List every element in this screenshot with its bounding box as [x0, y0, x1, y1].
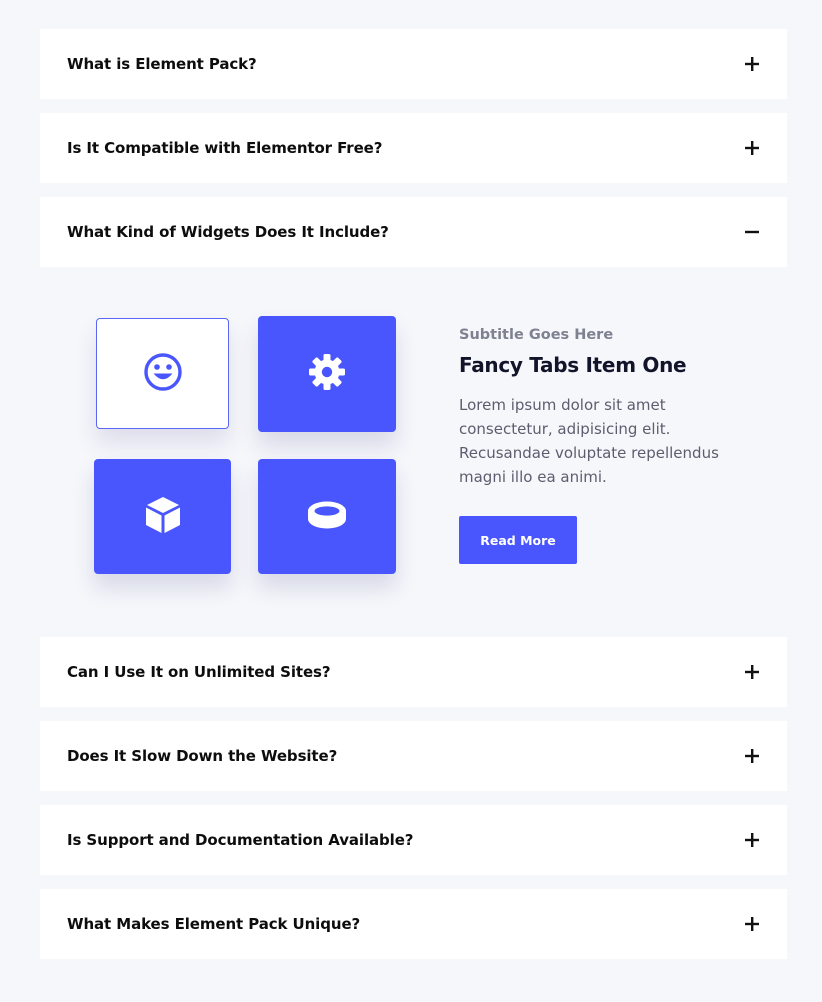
- tab-tile-ring[interactable]: [258, 459, 396, 574]
- faq-question: Can I Use It on Unlimited Sites?: [67, 663, 331, 681]
- tab-tile-smiley[interactable]: [96, 318, 229, 429]
- faq-item-support-documentation[interactable]: Is Support and Documentation Available?: [40, 805, 787, 875]
- smiley-icon: [143, 352, 183, 396]
- tab-tile-gear[interactable]: [258, 316, 396, 432]
- faq-question: What Kind of Widgets Does It Include?: [67, 223, 389, 241]
- tab-description: Lorem ipsum dolor sit amet consectetur, …: [459, 396, 719, 486]
- plus-icon[interactable]: [744, 832, 760, 848]
- faq-item-what-is-element-pack[interactable]: What is Element Pack?: [40, 29, 787, 99]
- tab-subtitle: Subtitle Goes Here: [459, 327, 614, 343]
- plus-icon[interactable]: [744, 56, 760, 72]
- cube-icon: [143, 495, 183, 539]
- faq-question: Is Support and Documentation Available?: [67, 831, 414, 849]
- plus-icon[interactable]: [744, 748, 760, 764]
- faq-item-slow-down-website[interactable]: Does It Slow Down the Website?: [40, 721, 787, 791]
- tab-tile-cube[interactable]: [94, 459, 231, 574]
- faq-item-compatible-elementor-free[interactable]: Is It Compatible with Elementor Free?: [40, 113, 787, 183]
- read-more-button[interactable]: Read More: [459, 516, 577, 564]
- plus-icon[interactable]: [744, 140, 760, 156]
- minus-icon[interactable]: [744, 224, 760, 240]
- tab-content: Subtitle Goes Here Fancy Tabs Item One L…: [459, 327, 729, 564]
- faq-item-element-pack-unique[interactable]: What Makes Element Pack Unique?: [40, 889, 787, 959]
- tab-title: Fancy Tabs Item One: [459, 353, 687, 377]
- faq-question: What Makes Element Pack Unique?: [67, 915, 361, 933]
- faq-accordion: What is Element Pack? Is It Compatible w…: [40, 29, 787, 973]
- gear-icon: [307, 352, 347, 396]
- faq-question: Is It Compatible with Elementor Free?: [67, 139, 383, 157]
- plus-icon[interactable]: [744, 664, 760, 680]
- faq-question: Does It Slow Down the Website?: [67, 747, 338, 765]
- faq-item-unlimited-sites[interactable]: Can I Use It on Unlimited Sites?: [40, 637, 787, 707]
- faq-question: What is Element Pack?: [67, 55, 257, 73]
- faq-item-widgets-included[interactable]: What Kind of Widgets Does It Include?: [40, 197, 787, 267]
- faq-panel-widgets: Subtitle Goes Here Fancy Tabs Item One L…: [40, 267, 787, 637]
- ring-icon: [306, 499, 348, 535]
- plus-icon[interactable]: [744, 916, 760, 932]
